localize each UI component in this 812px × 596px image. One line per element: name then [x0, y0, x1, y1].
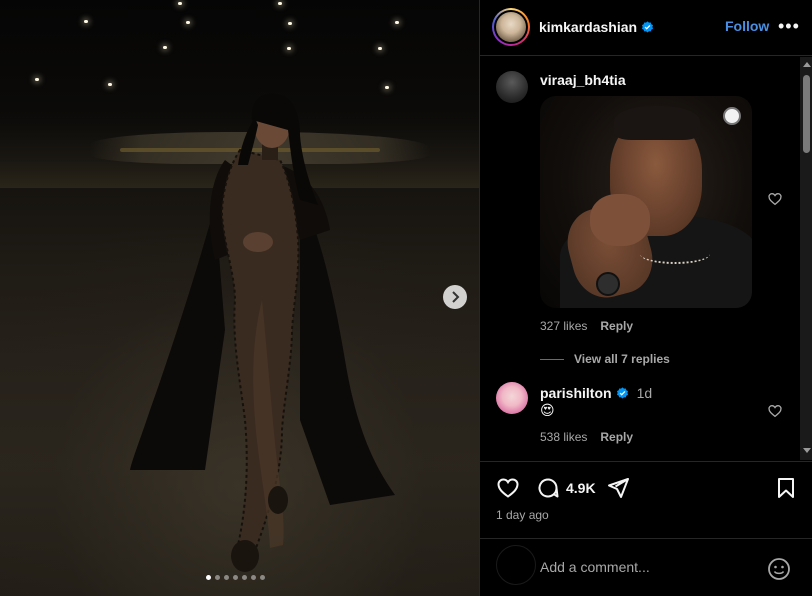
carousel-dot	[242, 575, 247, 580]
comment-likes[interactable]: 538 likes	[540, 430, 587, 444]
reply-button[interactable]: Reply	[600, 430, 633, 444]
add-comment-input[interactable]	[540, 557, 755, 577]
comment-meta: 327 likes Reply	[540, 319, 633, 333]
like-heart-icon[interactable]	[496, 476, 520, 500]
carousel-dot	[215, 575, 220, 580]
commenter-avatar[interactable]	[496, 382, 528, 414]
woman-figure	[130, 93, 395, 572]
save-bookmark-icon[interactable]	[774, 476, 798, 500]
comment-text: 😍	[540, 402, 555, 418]
current-user-avatar	[496, 545, 536, 585]
commenter-username[interactable]: parishilton	[540, 385, 612, 401]
comment-likes[interactable]: 327 likes	[540, 319, 587, 333]
carousel-dot	[251, 575, 256, 580]
comment-bubble-icon[interactable]	[536, 476, 560, 500]
comment-gif[interactable]	[540, 96, 752, 308]
scroll-up-arrow-icon[interactable]	[803, 62, 811, 67]
view-replies-button[interactable]: View all 7 replies	[540, 352, 670, 366]
emoji-smiley-icon[interactable]	[767, 557, 791, 581]
post-time-ago[interactable]: 1 day ago	[496, 508, 549, 522]
follow-button[interactable]: Follow	[725, 18, 769, 34]
like-comment-icon[interactable]	[767, 191, 783, 207]
carousel-dot	[260, 575, 265, 580]
carousel-dot	[206, 575, 211, 580]
like-comment-icon[interactable]	[767, 403, 783, 419]
share-send-icon[interactable]	[606, 476, 630, 500]
comments-list[interactable]: viraaj_bh4tia 327 likes Reply View all 7…	[480, 57, 802, 460]
comment-time[interactable]: 1d	[637, 385, 653, 401]
commenter-avatar[interactable]	[496, 71, 528, 103]
comment-count: 4.9K	[566, 480, 596, 496]
post-actions: 4.9K 1 day ago	[480, 461, 812, 596]
author-username-row[interactable]: kimkardashian	[539, 19, 654, 35]
chevron-right-icon	[452, 291, 460, 303]
commenter-username-row[interactable]: parishilton 1d	[540, 385, 652, 401]
commenter-username[interactable]: viraaj_bh4tia	[540, 72, 626, 88]
post-sidebar: kimkardashian Follow ••• viraaj_bh4tia 3	[479, 0, 812, 596]
author-avatar[interactable]	[492, 8, 530, 46]
next-photo-button[interactable]	[443, 285, 467, 309]
carousel-dot	[233, 575, 238, 580]
verified-badge-icon	[616, 386, 628, 398]
carousel-dot	[224, 575, 229, 580]
scroll-down-arrow-icon[interactable]	[803, 448, 811, 453]
post-header: kimkardashian Follow •••	[480, 0, 812, 56]
comment-meta: 538 likes Reply	[540, 430, 633, 444]
add-comment-row	[480, 538, 812, 596]
verified-badge-icon	[642, 20, 654, 32]
more-options-icon[interactable]: •••	[778, 16, 800, 37]
gif-badge-icon	[723, 107, 741, 125]
author-username[interactable]: kimkardashian	[539, 19, 637, 35]
view-replies-label[interactable]: View all 7 replies	[574, 352, 670, 366]
post-photo	[0, 0, 479, 596]
reply-button[interactable]: Reply	[600, 319, 633, 333]
carousel-indicator	[206, 575, 265, 580]
comments-scrollbar[interactable]	[800, 57, 812, 460]
scroll-thumb[interactable]	[803, 75, 810, 153]
